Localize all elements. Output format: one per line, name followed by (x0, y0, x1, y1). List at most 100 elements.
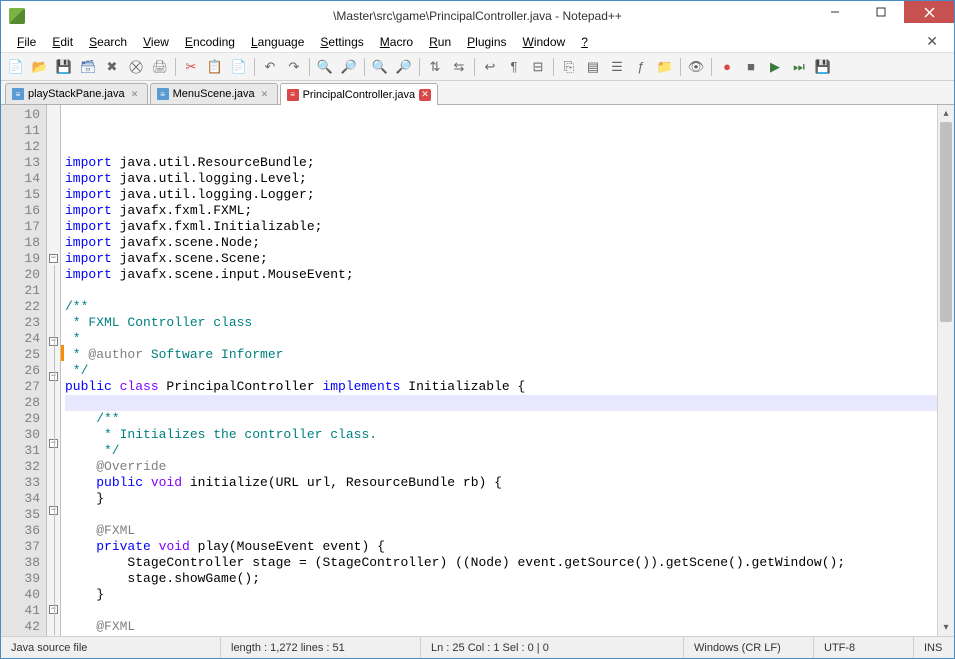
menu-run[interactable]: Run (421, 33, 459, 51)
save-button[interactable]: 💾 (53, 56, 75, 78)
minimize-button[interactable] (812, 1, 858, 23)
monitor-button[interactable]: 👁 (685, 56, 707, 78)
code-line[interactable]: @Override (65, 459, 937, 475)
code-line[interactable]: * @author Software Informer (65, 347, 937, 363)
fold-toggle-icon[interactable]: − (49, 254, 58, 263)
maximize-button[interactable] (858, 1, 904, 23)
line-number: 38 (1, 555, 40, 571)
tab-close-icon[interactable]: ✕ (419, 89, 431, 101)
record-macro-button[interactable]: ● (716, 56, 738, 78)
zoom-in-button[interactable]: 🔍 (369, 56, 391, 78)
close-button[interactable] (904, 1, 954, 23)
menu-edit[interactable]: Edit (44, 33, 81, 51)
vertical-scrollbar[interactable]: ▴ ▾ (937, 105, 954, 636)
code-line[interactable]: import javafx.fxml.FXML; (65, 203, 937, 219)
code-line[interactable]: private void play(MouseEvent event) { (65, 539, 937, 555)
replace-button[interactable]: 🔎 (338, 56, 360, 78)
word-wrap-button[interactable]: ↩ (479, 56, 501, 78)
code-line[interactable]: public class PrincipalController impleme… (65, 379, 937, 395)
code-line[interactable]: } (65, 491, 937, 507)
code-line[interactable]: public void initialize(URL url, Resource… (65, 475, 937, 491)
code-line[interactable]: stage.showGame(); (65, 571, 937, 587)
code-area[interactable]: import java.util.ResourceBundle;import j… (61, 105, 937, 636)
undo-button[interactable]: ↶ (259, 56, 281, 78)
menu-encoding[interactable]: Encoding (177, 33, 243, 51)
line-number: 39 (1, 571, 40, 587)
sync-v-button[interactable]: ⇅ (424, 56, 446, 78)
doc-map-button[interactable]: ▤ (582, 56, 604, 78)
tab-0[interactable]: ≡playStackPane.java✕ (5, 83, 148, 104)
open-file-button[interactable]: 📂 (29, 56, 51, 78)
indent-guide-button[interactable]: ⊟ (527, 56, 549, 78)
window-title: \Master\src\game\PrincipalController.jav… (333, 9, 622, 23)
code-line[interactable]: */ (65, 363, 937, 379)
folder-button[interactable]: 📁 (654, 56, 676, 78)
tab-close-icon[interactable]: ✕ (129, 88, 141, 100)
scroll-down-icon[interactable]: ▾ (938, 619, 954, 636)
play-macro-button[interactable]: ▶ (764, 56, 786, 78)
tab-close-icon[interactable]: ✕ (259, 88, 271, 100)
code-line[interactable]: import java.util.ResourceBundle; (65, 155, 937, 171)
code-line[interactable] (65, 395, 937, 411)
stop-macro-button[interactable]: ■ (740, 56, 762, 78)
menu-settings[interactable]: Settings (312, 33, 371, 51)
code-line[interactable]: * Initializes the controller class. (65, 427, 937, 443)
code-line[interactable]: import javafx.fxml.Initializable; (65, 219, 937, 235)
close-button[interactable]: ✖ (101, 56, 123, 78)
code-line[interactable]: import java.util.logging.Logger; (65, 187, 937, 203)
code-line[interactable]: StageController stage = (StageController… (65, 555, 937, 571)
menu-view[interactable]: View (135, 33, 177, 51)
code-line[interactable]: @FXML (65, 523, 937, 539)
line-number: 15 (1, 187, 40, 203)
code-line[interactable]: /** (65, 411, 937, 427)
play-multi-button[interactable]: ⏭ (788, 56, 810, 78)
menu-search[interactable]: Search (81, 33, 135, 51)
save-all-button[interactable]: 🗃 (77, 56, 99, 78)
menu-plugins[interactable]: Plugins (459, 33, 514, 51)
code-line[interactable]: @FXML (65, 619, 937, 635)
line-number-gutter: 1011121314151617181920212223242526272829… (1, 105, 47, 636)
code-line[interactable]: * FXML Controller class (65, 315, 937, 331)
zoom-out-button[interactable]: 🔎 (393, 56, 415, 78)
code-line[interactable]: private void showabout(MouseEvent event)… (65, 635, 937, 636)
code-line[interactable]: * (65, 331, 937, 347)
menu-language[interactable]: Language (243, 33, 312, 51)
code-line[interactable]: } (65, 587, 937, 603)
print-button[interactable]: 🖨 (149, 56, 171, 78)
code-line[interactable]: import java.util.logging.Level; (65, 171, 937, 187)
menu-file[interactable]: File (9, 33, 44, 51)
line-number: 14 (1, 171, 40, 187)
tab-1[interactable]: ≡MenuScene.java✕ (150, 83, 278, 104)
show-all-button[interactable]: ¶ (503, 56, 525, 78)
doc-list-button[interactable]: ☰ (606, 56, 628, 78)
code-line[interactable]: import javafx.scene.Node; (65, 235, 937, 251)
scroll-up-icon[interactable]: ▴ (938, 105, 954, 122)
copy-button[interactable]: 📋 (204, 56, 226, 78)
close-all-button[interactable]: ⛒ (125, 56, 147, 78)
code-line[interactable]: */ (65, 443, 937, 459)
lang-button[interactable]: ⎘ (558, 56, 580, 78)
line-number: 13 (1, 155, 40, 171)
code-line[interactable]: /** (65, 299, 937, 315)
scroll-thumb[interactable] (940, 122, 952, 322)
code-line[interactable]: import javafx.scene.input.MouseEvent; (65, 267, 937, 283)
code-line[interactable] (65, 603, 937, 619)
tab-2[interactable]: ≡PrincipalController.java✕ (280, 83, 439, 105)
sync-h-button[interactable]: ⇆ (448, 56, 470, 78)
menu-macro[interactable]: Macro (372, 33, 421, 51)
paste-button[interactable]: 📄 (228, 56, 250, 78)
func-list-button[interactable]: ƒ (630, 56, 652, 78)
menu-?[interactable]: ? (573, 33, 596, 51)
menu-window[interactable]: Window (515, 33, 574, 51)
redo-button[interactable]: ↷ (283, 56, 305, 78)
code-line[interactable] (65, 283, 937, 299)
line-number: 31 (1, 443, 40, 459)
cut-button[interactable]: ✂ (180, 56, 202, 78)
find-button[interactable]: 🔍 (314, 56, 336, 78)
code-line[interactable] (65, 507, 937, 523)
menu-close-doc-button[interactable]: ✕ (918, 33, 946, 50)
code-line[interactable]: import javafx.scene.Scene; (65, 251, 937, 267)
line-number: 35 (1, 507, 40, 523)
new-file-button[interactable]: 📄 (5, 56, 27, 78)
save-macro-button[interactable]: 💾 (812, 56, 834, 78)
